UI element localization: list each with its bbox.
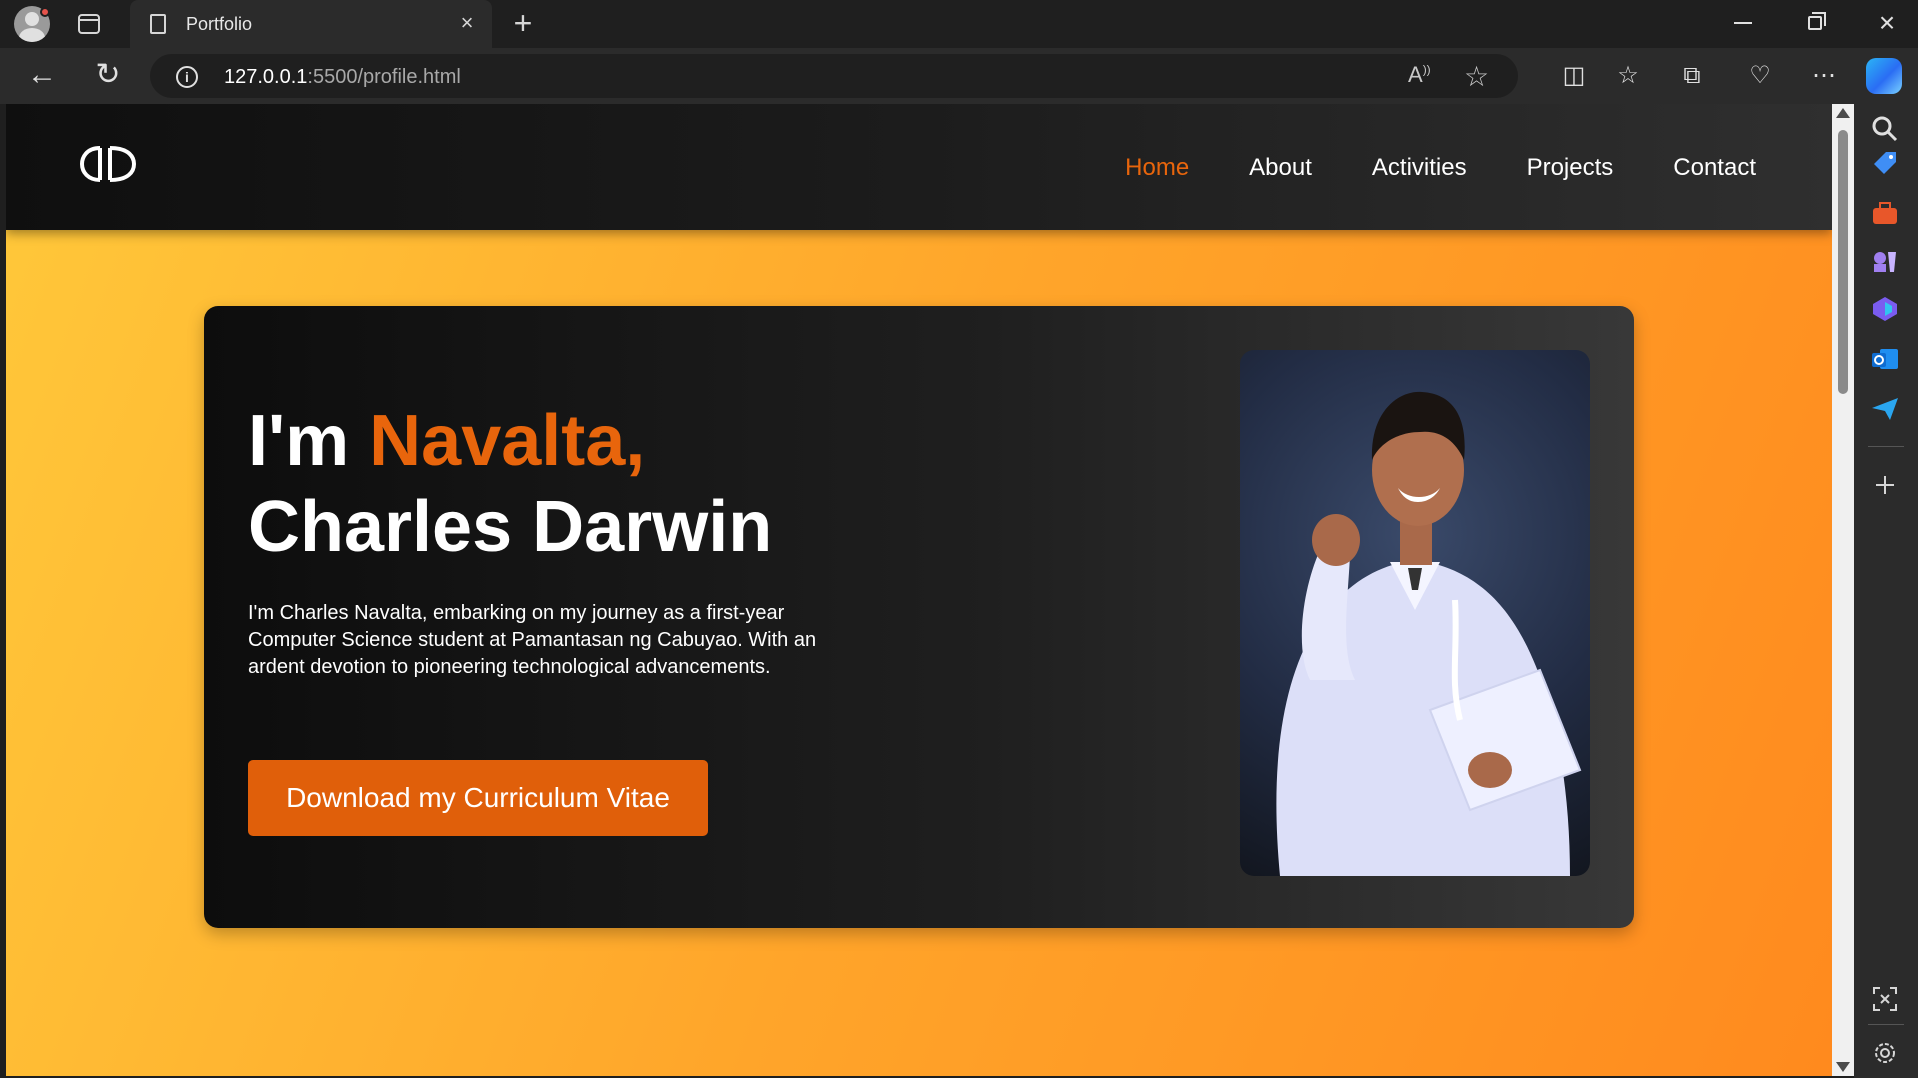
minimize-icon[interactable] xyxy=(1734,22,1752,24)
profile-photo xyxy=(1240,350,1590,876)
page-viewport: Home About Activities Projects Contact I… xyxy=(6,104,1832,1076)
browser-toolbar: ← ↻ i 127.0.0.1:5500/profile.html A)) ☆ … xyxy=(0,48,1918,104)
settings-gear-icon[interactable] xyxy=(1870,1038,1900,1068)
scroll-thumb[interactable] xyxy=(1838,130,1848,394)
favorite-star-icon[interactable]: ☆ xyxy=(1464,60,1489,93)
logo-icon[interactable] xyxy=(78,144,138,184)
more-options-icon[interactable]: ⋯ xyxy=(1808,60,1840,92)
download-cv-button[interactable]: Download my Curriculum Vitae xyxy=(248,760,708,836)
send-icon[interactable] xyxy=(1870,394,1900,424)
browser-tab[interactable]: Portfolio × xyxy=(130,0,492,48)
browser-essentials-icon[interactable]: ♡ xyxy=(1744,60,1776,92)
hero-greeting: I'm xyxy=(248,401,370,481)
site-header: Home About Activities Projects Contact xyxy=(6,104,1832,230)
title-bar: Portfolio × + × xyxy=(0,0,1918,48)
browser-window: Portfolio × + × ← ↻ i 127.0.0.1:5500/pro… xyxy=(0,0,1918,1078)
sidebar-divider xyxy=(1868,1024,1904,1025)
page-icon xyxy=(150,14,166,34)
sidebar-divider xyxy=(1868,446,1904,447)
nav-about[interactable]: About xyxy=(1249,154,1312,182)
add-icon[interactable] xyxy=(1870,470,1900,500)
nav-projects[interactable]: Projects xyxy=(1527,154,1614,182)
url-text[interactable]: 127.0.0.1:5500/profile.html xyxy=(224,66,461,89)
favorites-icon[interactable]: ☆ xyxy=(1612,60,1644,92)
hero-description: I'm Charles Navalta, embarking on my jou… xyxy=(248,602,817,678)
main-nav: Home About Activities Projects Contact xyxy=(1125,154,1756,182)
scroll-up-arrow-icon[interactable] xyxy=(1836,108,1850,118)
games-icon[interactable] xyxy=(1870,246,1900,276)
outlook-icon[interactable] xyxy=(1870,344,1900,374)
search-icon[interactable] xyxy=(1870,114,1900,144)
hero-heading-line1: I'm Navalta, xyxy=(248,400,645,482)
page-scrollbar[interactable] xyxy=(1832,104,1854,1076)
graduate-portrait-image xyxy=(1276,391,1582,876)
nav-home[interactable]: Home xyxy=(1125,154,1189,182)
tools-icon[interactable] xyxy=(1870,198,1900,228)
profile-notification-dot xyxy=(40,7,50,17)
copilot-icon[interactable] xyxy=(1866,58,1902,94)
new-tab-icon[interactable]: + xyxy=(508,7,538,39)
split-screen-icon[interactable]: ◫ xyxy=(1558,60,1590,92)
browser-sidebar xyxy=(1854,104,1918,1078)
read-aloud-icon[interactable]: A)) xyxy=(1408,62,1431,88)
restore-icon[interactable] xyxy=(1808,12,1826,30)
close-tab-icon[interactable]: × xyxy=(454,10,480,36)
tab-title: Portfolio xyxy=(186,14,253,34)
shopping-tag-icon[interactable] xyxy=(1870,148,1900,178)
tab-actions-icon[interactable] xyxy=(78,14,100,34)
site-info-icon[interactable]: i xyxy=(176,66,198,88)
hero-card: I'm Navalta, Charles Darwin I'm Charles … xyxy=(204,306,1634,928)
address-bar[interactable]: i 127.0.0.1:5500/profile.html A)) ☆ xyxy=(150,54,1518,98)
hero-surname: Navalta, xyxy=(369,401,646,481)
url-path: :5500/profile.html xyxy=(307,66,461,88)
nav-activities[interactable]: Activities xyxy=(1372,154,1467,182)
screenshot-icon[interactable] xyxy=(1870,984,1900,1014)
window-close-icon[interactable]: × xyxy=(1872,8,1902,38)
nav-contact[interactable]: Contact xyxy=(1673,154,1756,182)
url-host: 127.0.0.1 xyxy=(224,66,308,88)
microsoft-365-icon[interactable] xyxy=(1870,294,1900,324)
scroll-down-arrow-icon[interactable] xyxy=(1836,1062,1850,1072)
collections-icon[interactable]: ⧉ xyxy=(1676,60,1708,92)
back-arrow-icon[interactable]: ← xyxy=(26,60,58,92)
refresh-icon[interactable]: ↻ xyxy=(92,60,124,92)
hero-given-name: Charles Darwin xyxy=(248,487,773,567)
